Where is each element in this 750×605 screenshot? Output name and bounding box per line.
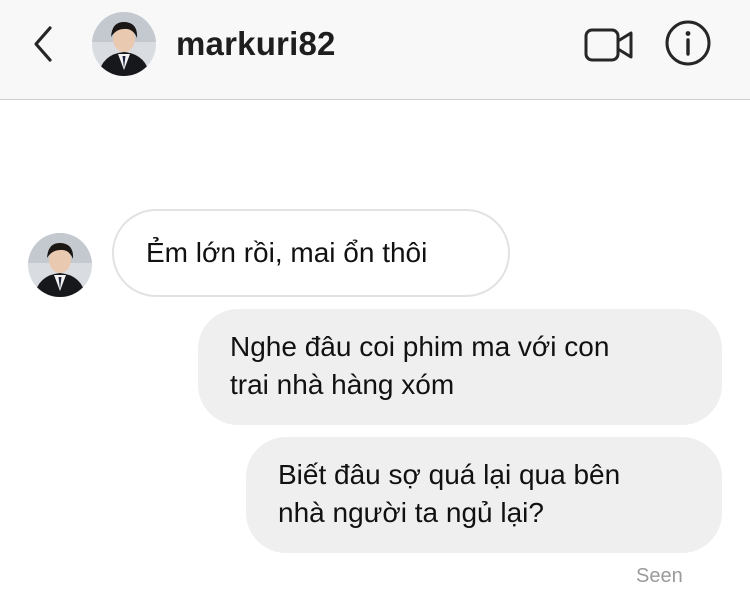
message-text: Biết đâu sợ quá lại qua bên nhà người ta… [278,459,621,528]
outgoing-message[interactable]: Nghe đâu coi phim ma với con trai nhà hà… [198,309,722,425]
profile-photo [92,12,156,76]
incoming-message[interactable]: Ẻm lớn rồi, mai ổn thôi [112,209,510,297]
info-icon [665,20,711,66]
seen-status: Seen [636,565,683,587]
outgoing-message[interactable]: Biết đâu sợ quá lại qua bên nhà người ta… [246,437,722,553]
chat-screen: markuri82 Ẻm lớn rồi, mai ổn thôi Nghe đ… [0,0,750,605]
profile-photo [28,233,92,297]
info-button[interactable] [664,19,712,67]
header-avatar[interactable] [92,12,156,76]
message-text: Ẻm lớn rồi, mai ổn thôi [146,237,428,268]
chevron-left-icon [34,26,52,62]
chat-username[interactable]: markuri82 [176,24,336,64]
back-button[interactable] [26,22,62,66]
sender-avatar[interactable] [28,233,92,297]
video-camera-icon [584,28,633,62]
message-text: Nghe đâu coi phim ma với con trai nhà hà… [230,331,610,400]
video-call-button[interactable] [583,26,635,64]
chat-header: markuri82 [0,0,750,100]
